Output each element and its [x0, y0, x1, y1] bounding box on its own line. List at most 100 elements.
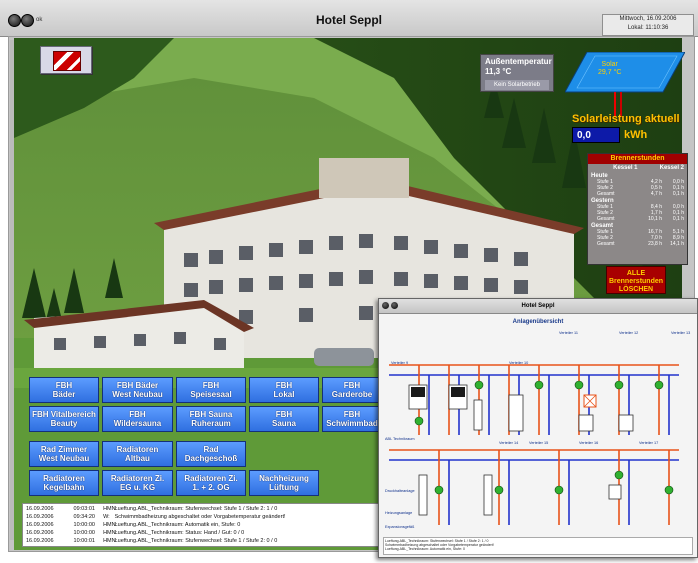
inset-forward-button[interactable]: [391, 302, 398, 309]
inset-label-verteiler-10: Verteiler 10: [509, 361, 529, 365]
burner-cell-k1: 4,7 h: [650, 191, 662, 197]
log-src: HMN:: [103, 530, 118, 536]
inset-label-verteiler-12: Verteiler 12: [619, 331, 639, 335]
log-date: 16.09.2006: [26, 530, 54, 536]
burner-hours-panel: Brennerstunden Kessel 1 Kessel 2 Heute St…: [587, 153, 688, 265]
heating-circuit-button[interactable]: Radiatoren Zi. 1. + 2. OG: [176, 470, 246, 496]
heating-circuit-label-line1: Radiatoren: [43, 474, 85, 483]
event-log[interactable]: 16.09.2006 09:03:01 HMN: Lueftung.ABL_Te…: [22, 503, 384, 547]
solar-power-value: 0,0: [572, 127, 620, 143]
heating-circuit-label-line2: Lokal: [273, 390, 295, 399]
date-time-box: Mittwoch, 16.09.2006 Lokal: 11:10:36: [602, 14, 694, 36]
heating-circuit-label-line1: Radiatoren Zi.: [184, 474, 238, 483]
heating-circuit-label: FBH Wildersauna: [114, 410, 162, 428]
heating-circuit-label: Nachheizung Lüftung: [259, 474, 309, 492]
inset-event-log[interactable]: Lueftung.ABL_Technikraum: Stufenwechsel:…: [383, 537, 693, 555]
log-line: 16.09.2006 10:00:00 HMN: Lueftung.ABL_Te…: [26, 529, 380, 537]
heating-circuit-label: FBH Garderobe: [332, 381, 372, 399]
log-text: Lueftung.ABL_Technikraum: Status: Hand /…: [114, 530, 245, 536]
log-text: Lueftung.ABL_Technikraum: Stufenwechsel:…: [114, 538, 278, 544]
solar-panel-label: Solar 29,7 °C: [598, 61, 621, 77]
heating-circuit-button[interactable]: FBH Bäder: [29, 377, 99, 403]
heating-circuit-label: Rad Dachgeschoß: [185, 445, 237, 463]
heating-circuit-label-line2: Dachgeschoß: [184, 454, 238, 463]
log-time: 10:00:00: [73, 530, 95, 536]
heating-circuit-label-line2: Kegelbahn: [43, 483, 85, 492]
heating-schematic: [389, 364, 679, 525]
inset-log-line: Lueftung.ABL_Technikraum: Automatik ein,…: [385, 547, 465, 551]
heating-circuit-label-line2: Beauty: [50, 419, 78, 428]
heating-circuit-label-line2: West Neubau: [38, 454, 90, 463]
heating-circuit-button[interactable]: FBH Sauna: [249, 406, 319, 432]
heating-circuit-label-line1: FBH: [275, 381, 293, 390]
heating-circuit-label: FBH Bäder West Neubau: [112, 381, 163, 399]
log-time: 09:34:20: [73, 514, 95, 520]
heating-circuit-button[interactable]: Nachheizung Lüftung: [249, 470, 319, 496]
inset-label-verteiler-13: Verteiler 13: [671, 331, 691, 335]
inset-label-verteiler-16: Verteiler 16: [579, 441, 599, 445]
heating-circuit-label-line1: FBH: [275, 410, 293, 419]
heating-circuit-button[interactable]: Rad Dachgeschoß: [176, 441, 246, 467]
solar-panel-name: Solar: [601, 61, 618, 68]
log-date: 16.09.2006: [26, 506, 54, 512]
log-src: HMN:: [103, 538, 118, 544]
inset-label-verteiler-15: Verteiler 15: [529, 441, 549, 445]
inset-title: Hotel Seppl: [521, 303, 555, 309]
heating-circuit-label-line2: EG u. KG: [119, 483, 156, 492]
heating-circuit-button[interactable]: FBH Schwimmbad: [322, 406, 382, 432]
heating-circuit-label: FBH Sauna Ruheraum: [190, 410, 233, 428]
heating-circuit-label: FBH Speisesaal: [190, 381, 231, 399]
burner-cell-name: Gesamt: [597, 191, 615, 197]
solar-power-title: Solarleistung aktuell: [572, 113, 680, 125]
heating-circuit-button[interactable]: Radiatoren Zi. EG u. KG: [102, 470, 173, 496]
heating-circuit-button[interactable]: Radiatoren Altbau: [102, 441, 173, 467]
heating-circuit-button[interactable]: Radiatoren Kegelbahn: [29, 470, 99, 496]
inset-label-druckhalte: Druckhalteanlage: [385, 489, 415, 493]
log-time: 10:00:00: [73, 522, 95, 528]
heating-circuit-label: Radiatoren Altbau: [117, 445, 159, 463]
heating-circuit-button[interactable]: FBH Bäder West Neubau: [102, 377, 173, 403]
heating-circuit-button[interactable]: FBH Lokal: [249, 377, 319, 403]
heating-circuit-button[interactable]: FBH Sauna Ruheraum: [176, 406, 246, 432]
inset-label-abl: ABL Technikraum: [385, 437, 415, 441]
reset-label-2: Brennerstunden: [608, 278, 664, 285]
heating-circuit-label: Rad Zimmer West Neubau: [39, 445, 90, 463]
heating-circuit-label: FBH Lokal: [274, 381, 295, 399]
heating-circuit-label-line2: Lüftung: [269, 483, 299, 492]
heating-circuit-label-line1: FBH: [343, 381, 361, 390]
burner-section-title: Gesamt: [591, 223, 614, 229]
heating-circuit-button[interactable]: Rad Zimmer West Neubau: [29, 441, 99, 467]
inset-title-bar: Hotel Seppl: [379, 299, 697, 314]
heating-circuit-button[interactable]: FBH Wildersauna: [102, 406, 173, 432]
outside-temp-title: Außentemperatur: [485, 57, 552, 66]
heating-circuit-label-line1: FBH: [55, 381, 73, 390]
heating-circuit-button[interactable]: FBH Speisesaal: [176, 377, 246, 403]
heating-circuit-label-line2: Sauna: [271, 419, 296, 428]
heating-circuit-label: FBH Sauna: [272, 410, 296, 428]
burner-cell-k2: 14,1 h: [670, 241, 684, 247]
heating-circuit-label-line2: Altbau: [125, 454, 150, 463]
heating-circuit-button[interactable]: FBH Garderobe: [322, 377, 382, 403]
solar-panel-icon: [565, 52, 685, 93]
heating-circuit-label-line2: Schwimmbad: [326, 419, 378, 428]
solar-panel-temp: 29,7 °C: [598, 69, 622, 76]
log-time: 10:00:01: [73, 538, 95, 544]
burner-cell-k1: 23,8 h: [648, 241, 662, 247]
outside-temp-value: 11,3 °C: [485, 67, 512, 76]
burner-hours-header: Kessel 1 Kessel 2: [588, 164, 687, 172]
heating-circuit-label-line1: FBH Sauna: [189, 410, 233, 419]
burner-cell-k2: 0,1 h: [672, 216, 684, 222]
solar-status: Kein Solarbetrieb: [485, 80, 549, 90]
heating-circuit-label-line1: Nachheizung: [259, 474, 309, 483]
log-date: 16.09.2006: [26, 522, 54, 528]
reset-burner-hours-button[interactable]: ALLE Brennerstunden LÖSCHEN: [606, 266, 666, 294]
heating-circuit-button[interactable]: FBH Vitalbereich Beauty: [29, 406, 99, 432]
inset-label-verteiler-17: Verteiler 17: [639, 441, 659, 445]
burner-cell-name: Gesamt: [597, 216, 615, 222]
log-src: W:: [103, 514, 110, 520]
reset-label-3: LÖSCHEN: [618, 286, 654, 293]
inset-back-button[interactable]: [382, 302, 389, 309]
system-overview-window[interactable]: Hotel Seppl Anlagenübersicht Verteiler 9…: [378, 298, 698, 558]
log-line: 16.09.2006 10:00:01 HMN: Lueftung.ABL_Te…: [26, 537, 380, 545]
log-text: Lueftung.ABL_Technikraum: Stufenwechsel:…: [114, 506, 278, 512]
